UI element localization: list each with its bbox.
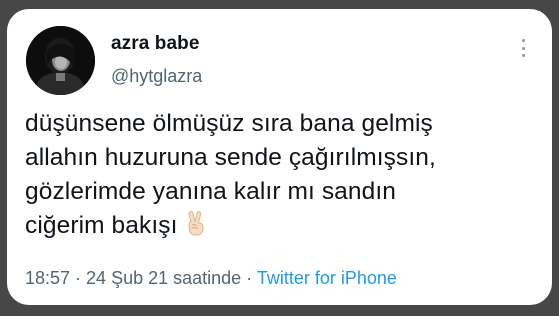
tweet-card: azra babe @hytglazra düşünsene ölmüşüz s… — [7, 9, 552, 305]
source-link[interactable]: Twitter for iPhone — [257, 268, 397, 288]
timestamp[interactable]: 18:57 · 24 Şub 21 saatinde — [25, 268, 241, 288]
tweet-line-last: ciğerim bakışı — [25, 209, 545, 246]
tweet-line: ciğerim bakışı — [25, 212, 178, 239]
tweet-line: düşünsene ölmüşüz sıra bana gelmiş — [25, 110, 433, 137]
tweet-line: gözlerimde yanına kalır mı sandın — [25, 178, 396, 205]
display-name[interactable]: azra babe — [111, 33, 200, 55]
avatar[interactable] — [26, 26, 95, 95]
separator: · — [241, 268, 257, 288]
victory-hand-emoji — [184, 210, 208, 246]
dot — [521, 54, 525, 57]
dot — [521, 46, 525, 50]
tweet-meta: 18:57 · 24 Şub 21 saatinde · Twitter for… — [25, 268, 397, 289]
tweet-line: allahın huzuruna sende çağırılmışsın, — [25, 144, 436, 171]
profile-photo — [26, 26, 95, 95]
screenshot-frame: azra babe @hytglazra düşünsene ölmüşüz s… — [0, 0, 559, 316]
dot — [521, 39, 525, 42]
more-options-icon[interactable] — [520, 39, 526, 57]
username[interactable]: @hytglazra — [111, 66, 202, 87]
tweet-text: düşünsene ölmüşüz sıra bana gelmiş allah… — [25, 107, 545, 246]
